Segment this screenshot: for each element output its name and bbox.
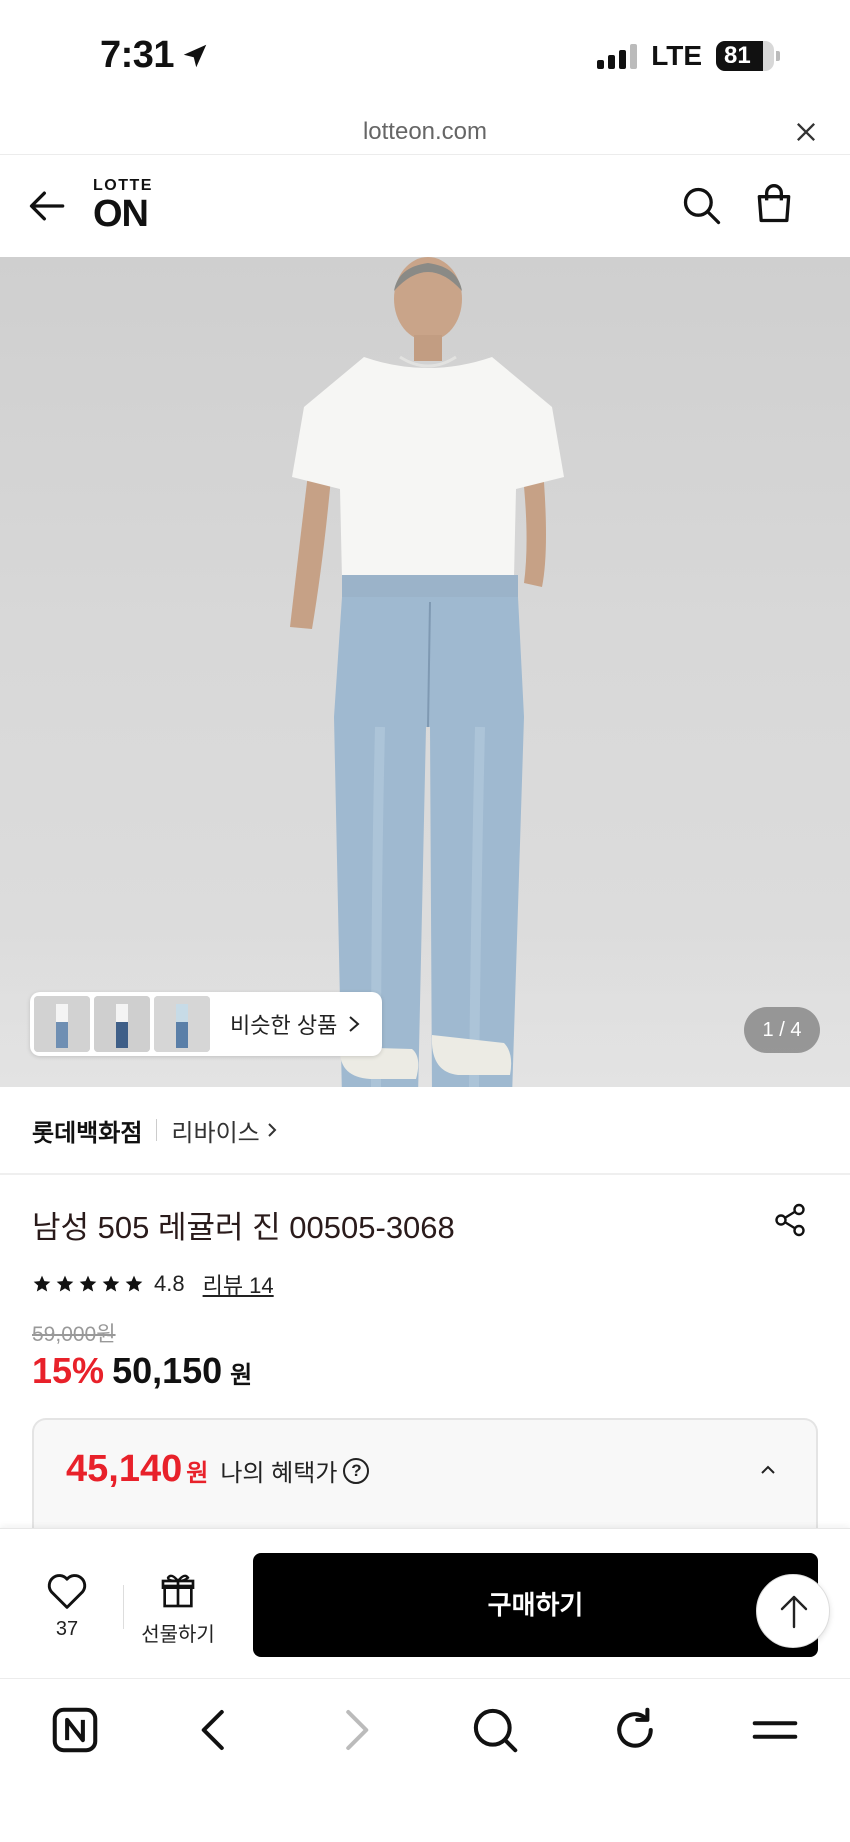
- star-icon: [33, 1275, 51, 1292]
- rating-stars: [32, 1274, 144, 1294]
- similar-thumb-2[interactable]: [94, 996, 150, 1052]
- url-text[interactable]: lotteon.com: [0, 118, 850, 146]
- chevron-right-icon: [268, 1123, 277, 1137]
- star-icon: [102, 1275, 120, 1292]
- scroll-top-button[interactable]: [756, 1574, 830, 1648]
- star-icon: [79, 1275, 97, 1292]
- status-time: 7:31: [100, 34, 210, 77]
- rating-row: 4.8 리뷰 14: [32, 1268, 274, 1300]
- battery-icon: 81: [716, 41, 774, 71]
- share-icon[interactable]: [772, 1202, 808, 1238]
- site-header: LOTTE ON: [0, 156, 850, 256]
- status-bar: 7:31 LTE 81: [0, 0, 850, 110]
- location-arrow-icon: [183, 44, 207, 67]
- logo-top: LOTTE: [93, 177, 153, 194]
- benefit-price: 45,140: [66, 1448, 183, 1490]
- star-icon: [125, 1275, 143, 1292]
- status-indicators: LTE 81: [597, 40, 780, 72]
- arrow-up-icon: [780, 1595, 808, 1629]
- brand-link[interactable]: 리바이스: [171, 1113, 277, 1148]
- purchase-bar: 37 선물하기 구매하기: [0, 1528, 850, 1678]
- back-arrow-icon[interactable]: [26, 184, 70, 228]
- discount-rate: 15%: [32, 1350, 105, 1391]
- menu-icon[interactable]: [748, 1703, 802, 1757]
- brand-name: 리바이스: [171, 1119, 260, 1147]
- benefit-label: 나의 혜택가 ?: [220, 1453, 370, 1488]
- image-pager: 1 / 4: [744, 1007, 820, 1053]
- back-icon[interactable]: [188, 1703, 242, 1757]
- refresh-icon[interactable]: [608, 1703, 662, 1757]
- close-icon[interactable]: [792, 118, 820, 146]
- like-button[interactable]: 37: [40, 1571, 94, 1641]
- similar-products-button[interactable]: 비슷한 상품: [30, 992, 382, 1056]
- review-link[interactable]: 리뷰 14: [203, 1268, 274, 1300]
- network-label: LTE: [651, 40, 702, 71]
- similar-thumb-1[interactable]: [34, 996, 90, 1052]
- time-text: 7:31: [100, 34, 175, 76]
- benefit-price-panel[interactable]: 45,140 원 나의 혜택가 ?: [32, 1418, 818, 1528]
- browser-toolbar: [0, 1678, 850, 1842]
- like-count: 37: [55, 1618, 79, 1640]
- similar-text: 비슷한 상품: [230, 1013, 338, 1038]
- store-name[interactable]: 롯데백화점: [32, 1113, 142, 1148]
- similar-thumb-3[interactable]: [154, 996, 210, 1052]
- forward-icon[interactable]: [328, 1703, 382, 1757]
- battery-tip: [776, 51, 780, 61]
- naver-icon[interactable]: [48, 1703, 102, 1757]
- price-row: 15% 50,150 원: [32, 1350, 252, 1392]
- help-icon[interactable]: ?: [343, 1457, 370, 1484]
- chevron-right-icon: [349, 1016, 360, 1032]
- brand-divider: [156, 1119, 158, 1141]
- search-icon[interactable]: [468, 1703, 522, 1757]
- logo-bottom: ON: [93, 193, 149, 235]
- buy-button[interactable]: 구매하기: [253, 1553, 818, 1657]
- rating-value: 4.8: [154, 1271, 185, 1296]
- brand-row: 롯데백화점 리바이스: [0, 1087, 850, 1175]
- lotte-on-logo[interactable]: LOTTE ON: [93, 177, 153, 235]
- model-illustration: [290, 257, 564, 1087]
- shopping-bag-icon[interactable]: [752, 182, 796, 226]
- product-image[interactable]: 비슷한 상품 1 / 4: [0, 257, 850, 1087]
- sale-price-unit: 원: [230, 1362, 253, 1389]
- star-icon: [56, 1275, 74, 1292]
- benefit-row: 45,140 원 나의 혜택가 ?: [66, 1448, 370, 1491]
- signal-icon: [597, 43, 638, 69]
- battery-level: 81: [724, 42, 751, 69]
- sale-price: 50,150: [112, 1350, 223, 1391]
- chevron-up-icon[interactable]: [758, 1460, 778, 1480]
- similar-label[interactable]: 비슷한 상품: [230, 1008, 361, 1040]
- product-title: 남성 505 레귤러 진 00505-3068: [32, 1210, 455, 1245]
- gift-icon: [161, 1574, 195, 1608]
- purchase-divider: [123, 1585, 124, 1629]
- original-price: 59,000원: [32, 1323, 116, 1346]
- heart-icon: [47, 1574, 87, 1609]
- benefit-label-text: 나의 혜택가: [220, 1460, 338, 1487]
- gift-button[interactable]: 선물하기: [136, 1571, 220, 1647]
- benefit-unit: 원: [186, 1460, 209, 1487]
- gift-label: 선물하기: [141, 1624, 215, 1646]
- browser-url-bar[interactable]: lotteon.com: [0, 110, 850, 155]
- search-icon[interactable]: [680, 184, 724, 228]
